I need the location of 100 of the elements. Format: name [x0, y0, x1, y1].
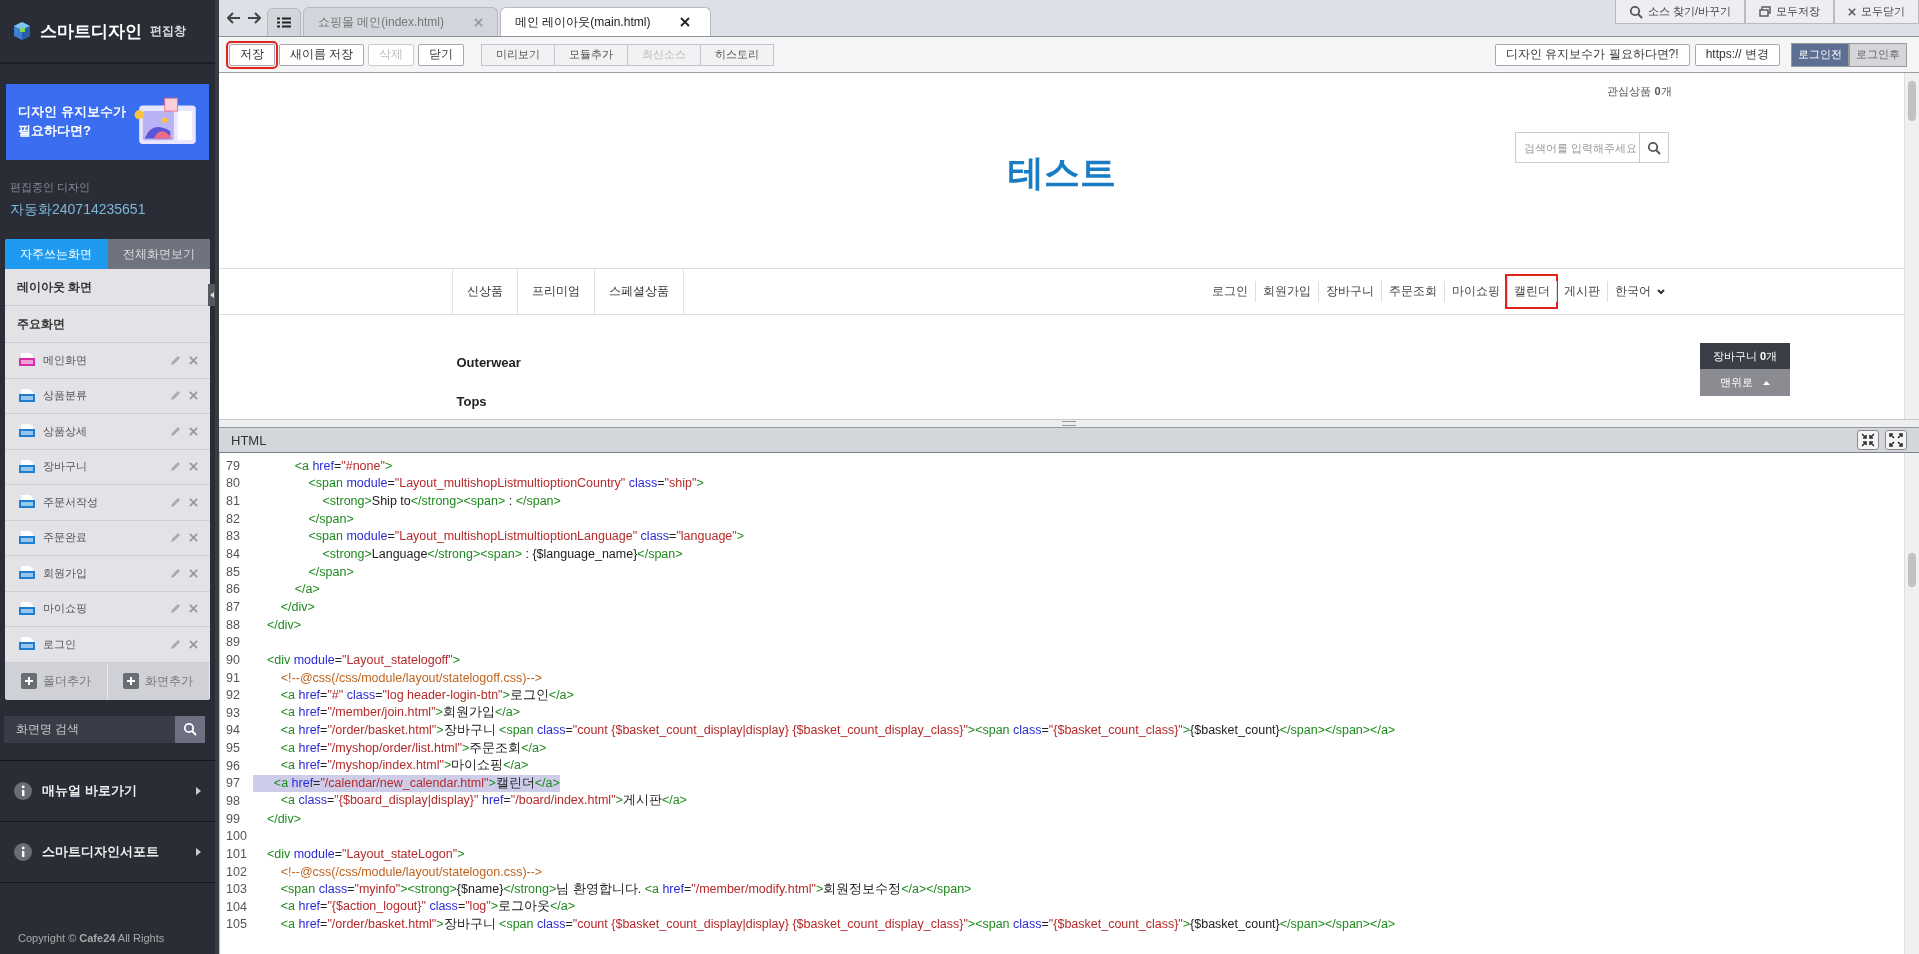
line-number: 82 [225, 511, 241, 526]
screen-tab[interactable]: 전체화면보기 [107, 239, 210, 269]
close-icon[interactable] [680, 17, 691, 27]
member-link[interactable]: 주문조회 [1380, 281, 1444, 302]
pencil-icon[interactable] [170, 603, 181, 615]
code-line: </div> [265, 811, 301, 826]
delete-icon[interactable] [189, 355, 198, 365]
search-button[interactable] [1638, 132, 1669, 163]
code-line: <a href="/member/join.html">회원가입</a> [279, 704, 520, 722]
screen-link[interactable]: 메인화면 [43, 352, 162, 368]
screen-link[interactable]: 상품상세 [43, 423, 162, 439]
section-heading[interactable]: 주요화면 [17, 315, 65, 333]
line-number: 84 [225, 547, 241, 561]
pencil-icon[interactable] [170, 532, 181, 544]
toolbar-button[interactable]: 미리보기 [481, 43, 556, 66]
file-icon [19, 530, 35, 545]
file-icon [19, 566, 35, 581]
language-selector[interactable]: 한국어 [1606, 281, 1672, 302]
line-number: 92 [225, 688, 241, 703]
pencil-icon[interactable] [170, 638, 181, 650]
code-line: <span module="Layout_multishopListmultioptionLanguage" class="language"> [307, 529, 745, 544]
category-link[interactable]: 신상품 [452, 269, 518, 314]
member-link[interactable]: 장바구니 [1317, 281, 1381, 302]
maximize-button[interactable] [1885, 430, 1907, 450]
arrow-right-icon [196, 847, 201, 856]
toolbar-button[interactable]: 닫기 [418, 43, 465, 66]
scrollbar-thumb[interactable] [1908, 81, 1916, 121]
pencil-icon[interactable] [170, 461, 181, 473]
forward-icon[interactable] [247, 12, 261, 24]
cube-icon [12, 21, 32, 41]
pencil-icon[interactable] [170, 425, 181, 437]
line-number: 89 [225, 635, 241, 650]
promo-banner[interactable]: 디자인 유지보수가 필요하다면? [6, 84, 209, 160]
plus-icon [126, 676, 137, 686]
toolbar-button[interactable]: 새이름 저장 [279, 43, 365, 66]
pencil-icon[interactable] [170, 567, 181, 579]
toolbar-button[interactable]: 모듈추가 [554, 43, 629, 66]
line-number: 91 [225, 670, 241, 685]
member-link[interactable]: 마이쇼핑 [1443, 281, 1507, 302]
member-link[interactable]: 캘린더 [1506, 276, 1556, 307]
minimize-button[interactable] [1857, 430, 1879, 450]
shop-logo[interactable]: 테스트 [1007, 149, 1116, 198]
category-link[interactable]: 프리미엄 [517, 269, 595, 314]
screen-link[interactable]: 마이쇼핑 [43, 601, 162, 617]
back-icon[interactable] [227, 12, 241, 24]
menu-link[interactable]: 스마트디자인서포트 [42, 842, 186, 861]
screen-search-field[interactable]: 화면명 검색 [4, 715, 175, 743]
code-line: <a class="{$board_display|display}" href="/board/index.html">게시판</a> [279, 792, 687, 810]
app-title: 스마트디자인 [40, 20, 142, 43]
screen-link[interactable]: 주문완료 [43, 530, 162, 546]
delete-icon[interactable] [189, 568, 198, 578]
pencil-icon[interactable] [170, 390, 181, 402]
delete-icon[interactable] [189, 639, 198, 649]
close-icon[interactable] [1848, 7, 1856, 16]
delete-icon[interactable] [189, 497, 198, 507]
toolbar-button[interactable]: 디자인 유지보수가 필요하다면?! [1494, 43, 1690, 66]
section-heading[interactable]: 레이아웃 화면 [17, 278, 93, 296]
member-link[interactable]: 회원가입 [1254, 281, 1318, 302]
cart-widget[interactable]: 장바구니 0개 [1700, 343, 1790, 369]
code-line: <a href="#none"> [293, 458, 393, 473]
delete-icon[interactable] [189, 533, 198, 543]
member-link[interactable]: 로그인 [1204, 281, 1255, 302]
login-state-toggle[interactable]: 로그인후 [1849, 42, 1907, 67]
code-line: <strong>Language</strong><span> : {$language_name}</span> [321, 547, 683, 561]
search-button[interactable] [175, 715, 205, 743]
banner-text: 디자인 유지보수가 필요하다면? [18, 103, 127, 140]
wishlist-count[interactable]: 관심상품 0개 [451, 84, 1672, 99]
toolbar-button[interactable]: https:// 변경 [1694, 43, 1780, 66]
splitter-handle[interactable] [1062, 421, 1076, 426]
menu-category[interactable]: Outerwear [456, 355, 1672, 370]
tab-list-button[interactable] [267, 8, 301, 36]
screen-link[interactable]: 회원가입 [43, 565, 162, 581]
toolbar-button[interactable]: 저장 [229, 43, 275, 66]
toolbar-button[interactable]: 히스토리 [700, 43, 775, 66]
delete-icon[interactable] [189, 426, 198, 436]
screen-link[interactable]: 장바구니 [43, 459, 162, 475]
code-line: <a href="/myshop/index.html">마이쇼핑</a> [279, 757, 529, 775]
line-number: 105 [225, 917, 248, 932]
screen-link[interactable]: 주문서작성 [43, 494, 162, 510]
editor-tab[interactable]: 메인 레이아웃(main.html) [500, 7, 712, 36]
search-field[interactable]: 검색어를 입력해주세요 [1514, 132, 1639, 163]
top-action-button[interactable]: 모두닫기 [1834, 0, 1919, 24]
code-line: </a> [293, 582, 320, 597]
member-link[interactable]: 게시판 [1555, 281, 1607, 302]
delete-icon[interactable] [189, 391, 198, 401]
menu-category[interactable]: Tops [456, 394, 1672, 409]
delete-icon[interactable] [189, 604, 198, 614]
top-action-button[interactable]: 소스 찾기/바꾸기 [1614, 0, 1745, 24]
screen-link[interactable]: 로그인 [43, 636, 162, 652]
menu-link[interactable]: 매뉴얼 바로가기 [42, 781, 186, 800]
line-number: 99 [225, 811, 241, 826]
pencil-icon[interactable] [170, 496, 181, 508]
delete-icon[interactable] [189, 462, 198, 472]
category-link[interactable]: 스페셜상품 [594, 269, 684, 314]
collapse-handle[interactable] [208, 284, 215, 306]
top-action-button[interactable]: 모두저장 [1745, 0, 1834, 24]
pencil-icon[interactable] [170, 354, 181, 366]
login-state-toggle[interactable]: 로그인전 [1791, 42, 1849, 67]
screen-link[interactable]: 상품분류 [43, 388, 162, 404]
scrollbar-thumb[interactable] [1908, 553, 1916, 587]
